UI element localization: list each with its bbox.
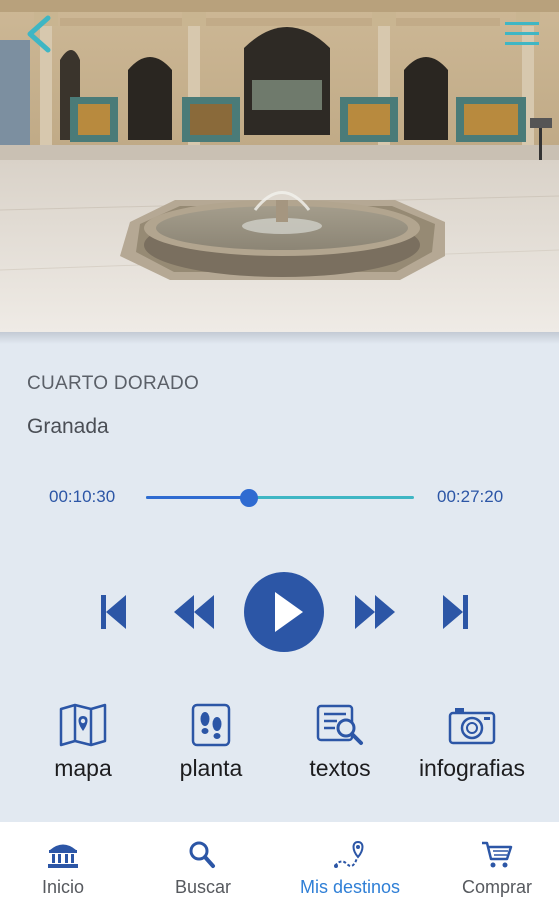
- nav-item-mis-destinos[interactable]: Mis destinos: [285, 822, 415, 900]
- progress-fill: [146, 496, 249, 499]
- route-pin-icon: [334, 840, 364, 868]
- resource-textos[interactable]: textos: [265, 703, 415, 782]
- cart-icon: [482, 841, 513, 868]
- bottom-navigation: Inicio Buscar Mis destinos Comprar: [0, 822, 559, 900]
- map-icon: [59, 703, 107, 747]
- nav-label: Comprar: [461, 877, 532, 897]
- nav-item-buscar[interactable]: Buscar: [153, 822, 253, 900]
- nav-label: Inicio: [41, 877, 85, 897]
- hero-image: [0, 0, 559, 332]
- skip-next-icon: [443, 595, 468, 629]
- nav-item-inicio[interactable]: Inicio: [13, 822, 113, 900]
- resource-planta[interactable]: planta: [136, 703, 286, 782]
- nav-label: Buscar: [174, 877, 232, 897]
- play-button[interactable]: [244, 572, 324, 652]
- skip-next-button[interactable]: [441, 593, 471, 631]
- rewind-icon: [174, 595, 214, 629]
- play-icon: [244, 572, 324, 652]
- chevron-left-icon: [27, 15, 51, 53]
- nav-label: Mis destinos: [299, 877, 401, 897]
- camera-icon: [448, 708, 496, 745]
- resource-label: planta: [179, 755, 243, 781]
- skip-previous-button[interactable]: [98, 593, 128, 631]
- track-subtitle: Granada: [27, 415, 109, 438]
- elapsed-time: 00:10:30: [49, 487, 116, 506]
- footprints-icon: [191, 703, 231, 747]
- track-title: CUARTO DORADO: [27, 373, 200, 394]
- hamburger-menu-icon: [505, 22, 539, 45]
- resource-label: infografias: [418, 755, 526, 781]
- resource-infografias[interactable]: infografias: [397, 703, 547, 782]
- progress-slider[interactable]: [146, 489, 414, 507]
- fast-forward-icon: [355, 595, 395, 629]
- resource-label: textos: [309, 755, 371, 781]
- hero-shadow: [0, 332, 559, 344]
- nav-item-comprar[interactable]: Comprar: [447, 822, 547, 900]
- rewind-button[interactable]: [172, 593, 216, 631]
- search-icon: [189, 841, 215, 868]
- alhambra-courtyard-photo: [0, 0, 559, 332]
- total-time: 00:27:20: [437, 487, 504, 506]
- monument-icon: [48, 844, 78, 868]
- menu-button[interactable]: [503, 18, 541, 50]
- fast-forward-button[interactable]: [353, 593, 397, 631]
- skip-previous-icon: [101, 595, 126, 629]
- text-search-icon: [316, 704, 363, 745]
- back-button[interactable]: [22, 14, 56, 54]
- progress-knob[interactable]: [239, 489, 258, 507]
